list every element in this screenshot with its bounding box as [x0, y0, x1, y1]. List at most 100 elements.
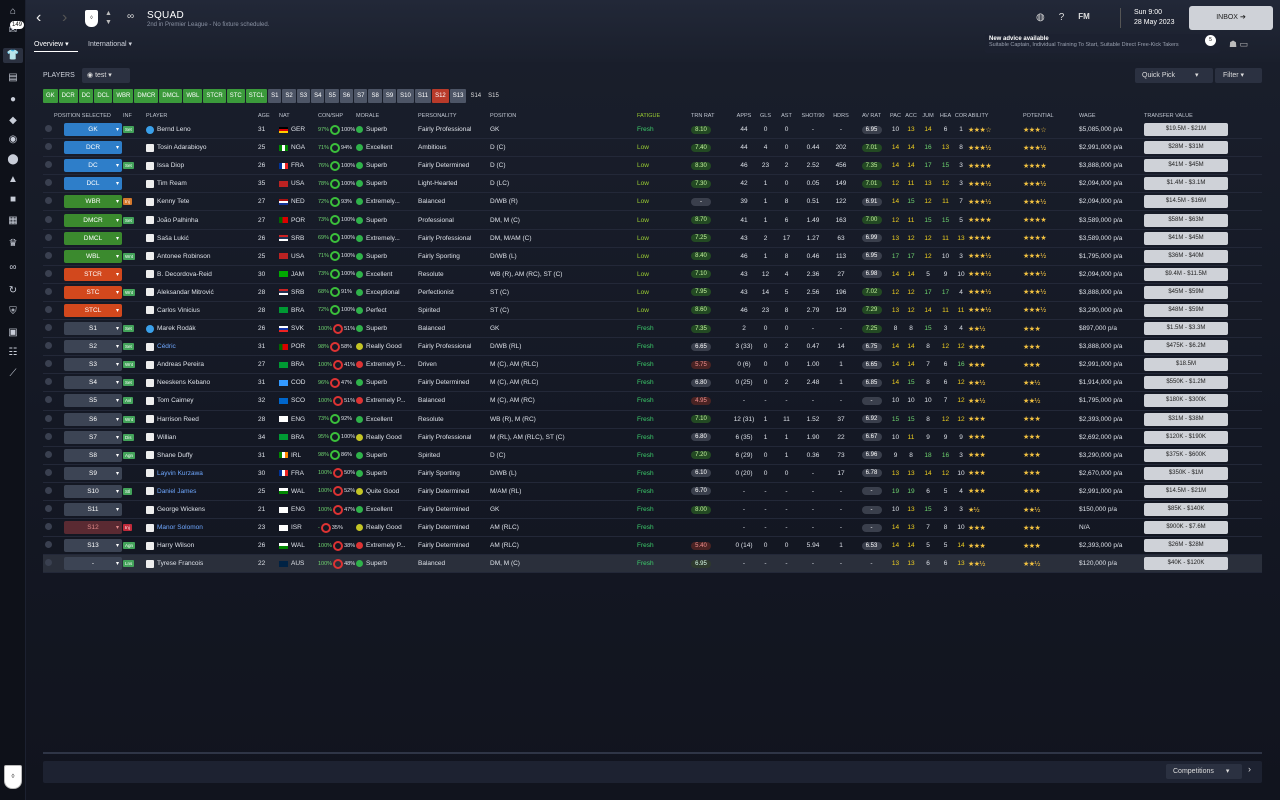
transfer-value-badge[interactable]: $180K - $300K — [1144, 394, 1228, 408]
position-selector[interactable]: S2 ▾ — [64, 340, 122, 354]
player-name-link[interactable]: Kenny Tete — [157, 198, 189, 205]
player-name-link[interactable]: Tyrese Francois — [157, 560, 203, 567]
position-selector[interactable]: S3 ▾ — [64, 358, 122, 372]
player-name-link[interactable]: Issa Diop — [157, 162, 184, 169]
position-filter-stc[interactable]: STC — [226, 89, 245, 103]
column-header-fatigue[interactable]: FATIGUE — [637, 113, 691, 119]
position-filter-s3[interactable]: S3 — [296, 89, 311, 103]
club-icon[interactable]: ⛨ — [3, 304, 23, 319]
column-header-nat[interactable]: NAT — [279, 113, 318, 119]
position-selector[interactable]: S12 ▾ — [64, 521, 122, 535]
position-filter-s15[interactable]: S15 — [485, 89, 502, 103]
table-row[interactable]: S3 ▾ Wnt Andreas Pereira 27 BRA 100% 41% Extreme… — [43, 356, 1262, 375]
position-selector[interactable]: WBR ▾ — [64, 195, 122, 209]
transfer-value-badge[interactable]: $48M - $59M — [1144, 303, 1228, 317]
training-icon[interactable]: ◆ — [3, 113, 23, 128]
person-icon[interactable]: ☗ — [1229, 39, 1237, 49]
position-filter-s5[interactable]: S5 — [325, 89, 339, 103]
position-filter-wbl[interactable]: WBL — [183, 89, 203, 103]
player-name-link[interactable]: Tom Cairney — [157, 397, 193, 404]
tactics-icon[interactable]: ▤ — [3, 70, 23, 85]
back-arrow-icon[interactable]: ‹ — [36, 10, 50, 26]
position-filter-s13[interactable]: S13 — [449, 89, 467, 103]
table-row[interactable]: - ▾ Lns Tyrese Francois 22 AUS 100% 48% Superb Ba… — [43, 555, 1262, 574]
row-select-checkbox[interactable] — [45, 324, 52, 332]
filter-button[interactable]: Filter ▾ — [1215, 68, 1262, 83]
row-select-checkbox[interactable] — [45, 523, 52, 531]
finances-icon[interactable]: ▣ — [3, 325, 23, 340]
competitions-button[interactable]: Competitions ▾ — [1166, 764, 1242, 779]
chevron-right-icon[interactable]: › — [1248, 764, 1251, 774]
position-filter-dmcl[interactable]: DMCL — [159, 89, 183, 103]
column-header-age[interactable]: AGE — [258, 113, 279, 119]
club-crest-icon[interactable]: ◊ — [4, 765, 22, 789]
column-header-transfer-value[interactable]: TRANSFER VALUE — [1144, 113, 1228, 119]
position-filter-s7[interactable]: S7 — [354, 89, 368, 103]
column-header-shot-90[interactable]: SHOT/90 — [799, 113, 827, 119]
table-row[interactable]: S8 ▾ Agn Shane Duffy 31 IRL 98% 86% Superb Spirit… — [43, 447, 1262, 465]
table-row[interactable]: S1 ▾ Set Marek Rodák 26 SVK 100% 51% Superb Balan… — [43, 320, 1262, 339]
player-name-link[interactable]: Layvin Kurzawa — [157, 470, 203, 477]
fixtures-icon[interactable]: ☷ — [3, 345, 23, 360]
transfer-value-badge[interactable]: $120K - $190K — [1144, 430, 1228, 444]
position-selector[interactable]: DMCR ▾ — [64, 213, 122, 227]
position-filter-dcl[interactable]: DCL — [94, 89, 113, 103]
table-row[interactable]: STCR ▾ B. Decordova-Reid 30 JAM 73% 100% Excell… — [43, 266, 1262, 284]
column-header-position[interactable]: POSITION — [490, 113, 637, 119]
transfer-value-badge[interactable]: $31M - $38M — [1144, 412, 1228, 426]
row-select-checkbox[interactable] — [45, 486, 52, 494]
trophy-icon[interactable]: ♛ — [3, 236, 23, 251]
position-selector[interactable]: STC ▾ — [64, 285, 122, 299]
column-header-ast[interactable]: AST — [774, 113, 799, 119]
column-header-ability[interactable]: ABILITY — [968, 113, 1023, 119]
transfer-value-badge[interactable]: $375K - $600K — [1144, 448, 1228, 462]
globe-icon[interactable]: ◍ — [1036, 12, 1045, 23]
column-header-morale[interactable]: MORALE — [356, 113, 418, 119]
player-name-link[interactable]: Harry Wilson — [157, 542, 194, 549]
column-header-gls[interactable]: GLS — [757, 113, 774, 119]
position-selector[interactable]: STCR ▾ — [64, 267, 122, 281]
table-row[interactable]: GK ▾ Set Bernd Leno 31 GER 97% 100% Superb Fairly… — [43, 121, 1262, 140]
transfer-value-badge[interactable]: $36M - $40M — [1144, 249, 1228, 263]
player-name-link[interactable]: Aleksandar Mitrović — [157, 289, 214, 296]
row-select-checkbox[interactable] — [45, 541, 52, 549]
column-header-cor[interactable]: COR — [954, 113, 968, 119]
position-selector[interactable]: S10 ▾ — [64, 484, 122, 498]
row-select-checkbox[interactable] — [45, 468, 52, 476]
table-row[interactable]: S7 ▾ Dis Willian 34 BRA 95% 100% Really Good Fair… — [43, 429, 1262, 447]
column-header-hdrs[interactable]: HDRS — [827, 113, 855, 119]
player-name-link[interactable]: George Wickens — [157, 506, 205, 513]
position-selector[interactable]: DC ▾ — [64, 159, 122, 173]
position-filter-s8[interactable]: S8 — [368, 89, 382, 103]
cone-icon[interactable]: ▲ — [3, 172, 23, 187]
table-row[interactable]: S9 ▾ Layvin Kurzawa 30 FRA 100% 50% Superb Fairl… — [43, 465, 1262, 483]
row-select-checkbox[interactable] — [45, 342, 52, 350]
report-icon[interactable]: ■ — [3, 192, 23, 207]
position-selector[interactable]: DCR ▾ — [64, 141, 122, 155]
transfer-value-badge[interactable]: $26M - $28M — [1144, 539, 1228, 553]
position-selector[interactable]: STCL ▾ — [64, 303, 122, 317]
inbox-icon[interactable]: ✉ 149 — [3, 21, 24, 38]
row-select-checkbox[interactable] — [45, 287, 52, 295]
position-filter-s4[interactable]: S4 — [311, 89, 325, 103]
row-select-checkbox[interactable] — [45, 161, 52, 169]
calendar-icon[interactable]: ▦ — [3, 213, 23, 228]
position-filter-stcl[interactable]: STCL — [245, 89, 268, 103]
player-name-link[interactable]: Carlos Vinicius — [157, 307, 200, 314]
table-row[interactable]: STCL ▾ Carlos Vinicius 28 BRA 72% 100% Perfect S… — [43, 302, 1262, 321]
fm-logo[interactable]: FM — [1078, 12, 1090, 23]
position-selector[interactable]: GK ▾ — [64, 123, 122, 137]
row-select-checkbox[interactable] — [45, 559, 52, 567]
position-filter-wbr[interactable]: WBR — [113, 89, 134, 103]
transfer-value-badge[interactable]: $85K - $140K — [1144, 503, 1228, 517]
player-name-link[interactable]: Tosin Adarabioyo — [157, 144, 207, 151]
table-row[interactable]: DMCR ▾ Set João Palhinha 27 POR 73% 100% Superb P… — [43, 211, 1262, 230]
row-select-checkbox[interactable] — [45, 269, 52, 277]
position-filter-dmcr[interactable]: DMCR — [134, 89, 159, 103]
inbox-continue-button[interactable]: INBOX ➔ — [1189, 6, 1273, 30]
row-select-checkbox[interactable] — [45, 305, 52, 313]
table-row[interactable]: WBL ▾ Wnt Antonee Robinson 25 USA 71% 100% Super… — [43, 248, 1262, 266]
position-selector[interactable]: S7 ▾ — [64, 430, 122, 444]
position-selector[interactable]: S9 ▾ — [64, 466, 122, 480]
row-select-checkbox[interactable] — [45, 125, 52, 133]
